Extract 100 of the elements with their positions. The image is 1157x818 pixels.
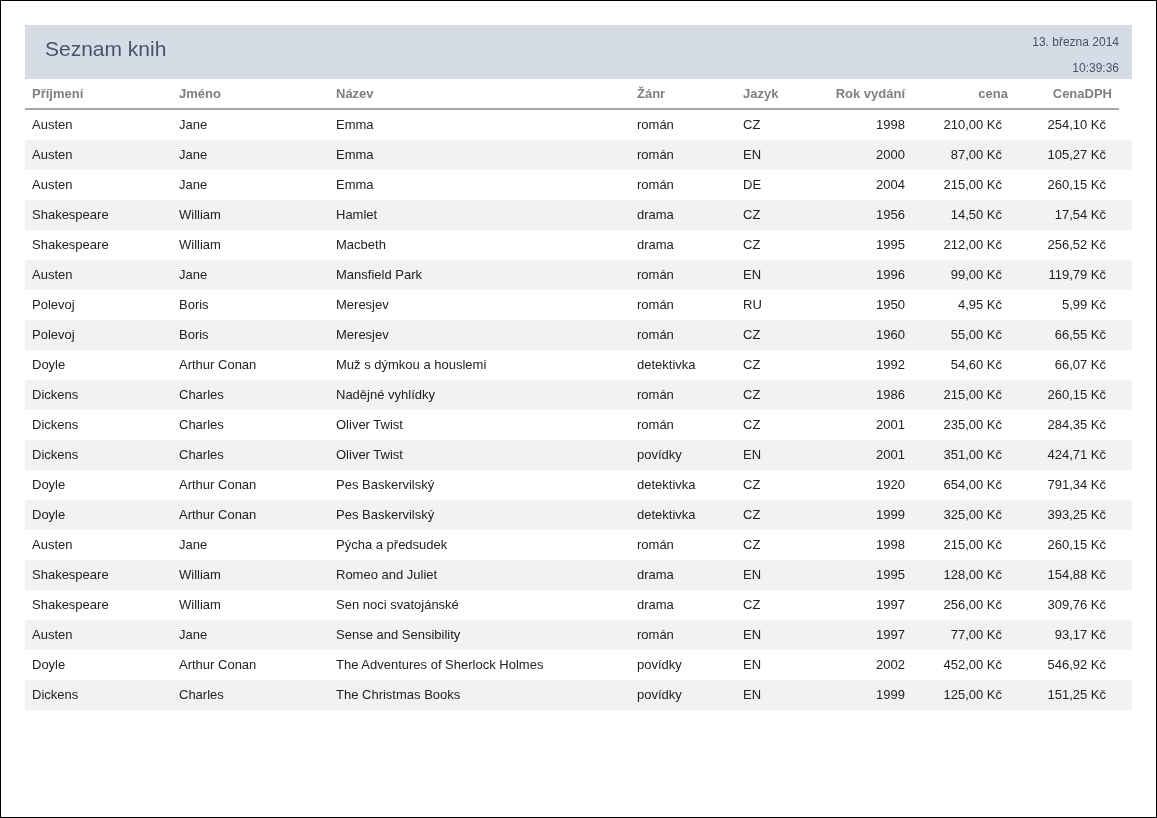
table-cell-text: román — [637, 176, 675, 195]
table-cell-text: Emma — [336, 146, 375, 165]
table-cell-text: EN — [743, 146, 763, 165]
table-cell-text: 393,25 Kč — [1046, 506, 1107, 525]
table-cell-text: CZ — [743, 326, 762, 345]
table-cell-text: EN — [743, 656, 763, 675]
table-cell-text: Hamlet — [336, 206, 379, 225]
table-cell-text: 93,17 Kč — [1053, 626, 1107, 645]
table-cell-text: 151,25 Kč — [1046, 686, 1107, 705]
table-cell-text: 215,00 Kč — [942, 386, 1003, 405]
table-cell-text: CZ — [743, 356, 762, 375]
table-cell-text: CZ — [743, 596, 762, 615]
table-cell-text: detektivka — [637, 506, 697, 525]
table-cell-text: 1996 — [875, 266, 905, 285]
table-cell-text: román — [637, 266, 675, 285]
column-header: CenaDPH — [1051, 84, 1112, 103]
table-cell-text: 128,00 Kč — [942, 566, 1003, 585]
table-cell-text: drama — [637, 566, 675, 585]
table-cell-text: 2000 — [875, 146, 905, 165]
table-cell-text: DE — [743, 176, 763, 195]
table-cell-text: román — [637, 626, 675, 645]
table-cell-text: Dickens — [32, 446, 80, 465]
table-cell-text: Jane — [179, 146, 209, 165]
table-cell-text: Pes Baskervilský — [336, 506, 436, 525]
table-cell-text: 546,92 Kč — [1046, 656, 1107, 675]
table-cell-text: 1986 — [875, 386, 905, 405]
table-cell-text: William — [179, 596, 222, 615]
table-cell-text: román — [637, 296, 675, 315]
table-cell-text: 1956 — [875, 206, 905, 225]
table-cell-text: CZ — [743, 506, 762, 525]
table-cell-text: Emma — [336, 176, 375, 195]
table-cell-text: povídky — [637, 656, 683, 675]
table-cell-text: Macbeth — [336, 236, 387, 255]
table-cell-text: 55,00 Kč — [949, 326, 1003, 345]
report-title: Seznam knih — [45, 36, 167, 62]
table-cell-text: 66,55 Kč — [1053, 326, 1107, 345]
table-cell-text: Pýcha a předsudek — [336, 536, 449, 555]
table-cell-text: román — [637, 146, 675, 165]
table-cell-text: Doyle — [32, 476, 67, 495]
table-cell-text: 1995 — [875, 236, 905, 255]
table-cell-text: 452,00 Kč — [942, 656, 1003, 675]
table-cell-text: William — [179, 236, 222, 255]
table-cell-text: Meresjev — [336, 296, 390, 315]
table-cell-text: Boris — [179, 326, 210, 345]
table-cell-text: EN — [743, 566, 763, 585]
table-cell-text: 1997 — [875, 626, 905, 645]
table-cell-text: 99,00 Kč — [949, 266, 1003, 285]
table-cell-text: Jane — [179, 176, 209, 195]
table-cell-text: 1997 — [875, 596, 905, 615]
table-cell-text: 1960 — [875, 326, 905, 345]
table-cell-text: Dickens — [32, 416, 80, 435]
report-date: 13. března 2014 — [1032, 34, 1119, 51]
table-cell-text: Charles — [179, 386, 225, 405]
table-cell-text: drama — [637, 236, 675, 255]
table-cell-text: Muž s dýmkou a houslemi — [336, 356, 488, 375]
table-cell-text: Oliver Twist — [336, 416, 404, 435]
table-cell-text: EN — [743, 686, 763, 705]
table-cell-text: William — [179, 206, 222, 225]
table-cell-text: 215,00 Kč — [942, 536, 1003, 555]
table-cell-text: EN — [743, 266, 763, 285]
table-cell-text: Austen — [32, 536, 74, 555]
table-cell-text: 1995 — [875, 566, 905, 585]
table-cell-text: 215,00 Kč — [942, 176, 1003, 195]
table-cell-text: Pes Baskervilský — [336, 476, 436, 495]
table-cell-text: román — [637, 326, 675, 345]
table-cell-text: 260,15 Kč — [1046, 536, 1107, 555]
table-cell-text: 77,00 Kč — [949, 626, 1003, 645]
table-cell-text: 87,00 Kč — [949, 146, 1003, 165]
column-header: Název — [336, 84, 375, 103]
table-cell-text: 1992 — [875, 356, 905, 375]
table-cell-text: Boris — [179, 296, 210, 315]
table-cell-text: 254,10 Kč — [1046, 116, 1107, 135]
table-cell-text: 66,07 Kč — [1053, 356, 1107, 375]
table-cell-text: CZ — [743, 386, 762, 405]
table-cell-text: 154,88 Kč — [1046, 566, 1107, 585]
table-cell-text: 1998 — [875, 536, 905, 555]
table-cell-text: 284,35 Kč — [1046, 416, 1107, 435]
table-cell-text: 1999 — [875, 506, 905, 525]
table-cell-text: 2002 — [875, 656, 905, 675]
table-cell-text: 105,27 Kč — [1046, 146, 1107, 165]
column-header: Žánr — [637, 84, 667, 103]
table-cell-text: Doyle — [32, 656, 67, 675]
table-cell-text: 17,54 Kč — [1053, 206, 1107, 225]
table-cell-text: drama — [637, 596, 675, 615]
table-cell-text: CZ — [743, 116, 762, 135]
table-cell-text: Arthur Conan — [179, 476, 258, 495]
table-cell-text: 256,52 Kč — [1046, 236, 1107, 255]
table-cell-text: 1998 — [875, 116, 905, 135]
table-cell-text: 654,00 Kč — [942, 476, 1003, 495]
table-cell-text: EN — [743, 446, 763, 465]
table-cell-text: 260,15 Kč — [1046, 176, 1107, 195]
table-cell-text: 1999 — [875, 686, 905, 705]
table-cell-text: RU — [743, 296, 763, 315]
table-cell-text: Meresjev — [336, 326, 390, 345]
table-cell-text: Austen — [32, 146, 74, 165]
table-cell-text: The Adventures of Sherlock Holmes — [336, 656, 545, 675]
table-cell-text: CZ — [743, 476, 762, 495]
table-cell-text: 256,00 Kč — [942, 596, 1003, 615]
table-cell-text: Jane — [179, 626, 209, 645]
column-header: Jméno — [179, 84, 222, 103]
